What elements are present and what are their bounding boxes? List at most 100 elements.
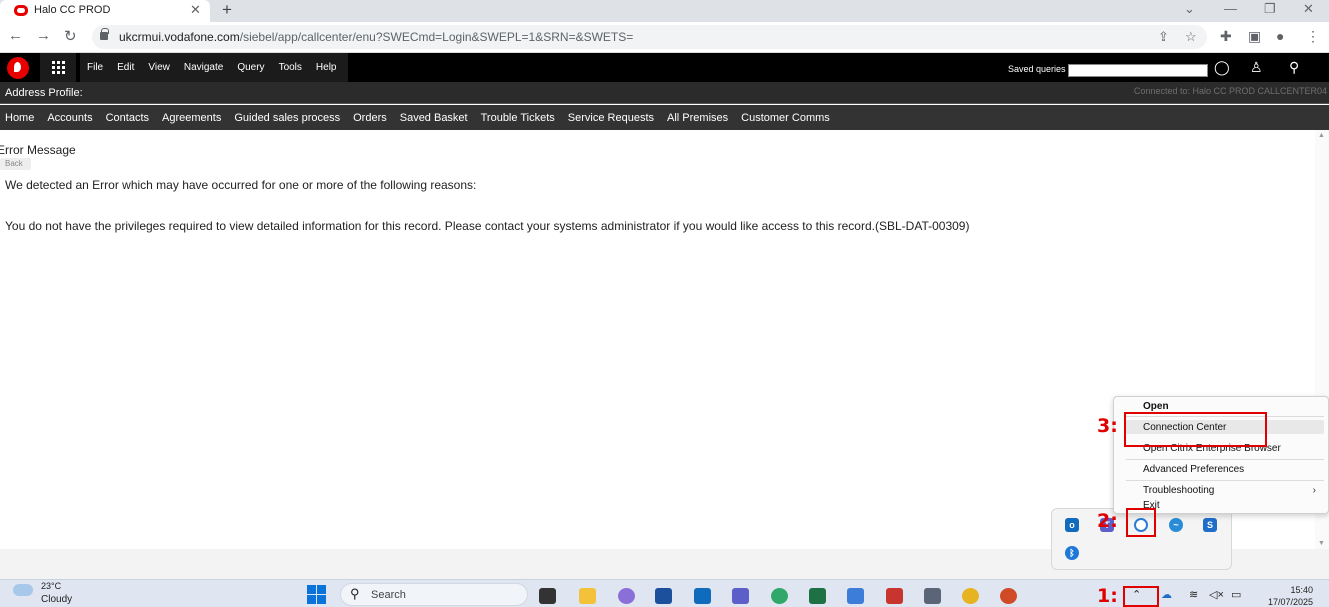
weather-temperature[interactable]: 23°C [41,581,61,591]
onedrive-cloud-icon[interactable]: ☁ [1161,588,1172,601]
browser-tab[interactable]: Halo CC PROD ✕ [0,0,210,22]
menu-query[interactable]: Query [230,53,271,82]
speaker-muted-icon[interactable]: ◁× [1209,588,1224,601]
bluetooth-tray-icon[interactable]: ᛒ [1065,546,1079,560]
menu-tools[interactable]: Tools [272,53,309,82]
tab-title: Halo CC PROD [34,4,111,16]
error-intro-text: We detected an Error which may have occu… [5,178,477,192]
screen-tab-bar: Home Accounts Contacts Agreements Guided… [0,105,1329,130]
teams-icon[interactable] [732,588,749,604]
antivirus-icon[interactable] [886,588,903,604]
error-detail-text: You do not have the privileges required … [5,219,970,233]
chat-bubble-icon[interactable]: ◯ [1214,59,1230,76]
powerpoint-icon[interactable] [1000,588,1017,604]
wifi-icon[interactable]: ≋ [1189,588,1198,601]
bookmark-star-icon[interactable]: ☆ [1185,29,1197,45]
menu-navigate[interactable]: Navigate [177,53,230,82]
restore-icon[interactable]: ❐ [1264,1,1276,17]
calculator-icon[interactable] [924,588,941,604]
annotation-label-2: 2: [1097,510,1118,532]
edge-icon[interactable] [771,588,788,604]
tab-contacts[interactable]: Contacts [101,105,157,130]
taskbar-search-label: Search [371,589,406,601]
store-icon[interactable] [655,588,672,604]
tab-trouble-tickets[interactable]: Trouble Tickets [476,105,563,130]
tab-search-chevron-icon[interactable]: ⌄ [1184,1,1195,17]
forward-arrow-icon[interactable]: → [36,27,51,44]
menu-edit[interactable]: Edit [110,53,141,82]
window-close-icon[interactable]: ✕ [1303,1,1314,17]
tab-all-premises[interactable]: All Premises [662,105,736,130]
new-tab-button[interactable]: + [222,0,232,20]
menu-view[interactable]: View [141,53,177,82]
tab-agreements[interactable]: Agreements [157,105,229,130]
monitor-tray-icon[interactable]: ~ [1169,518,1183,532]
tab-close-icon[interactable]: ✕ [190,2,201,18]
side-panel-icon[interactable]: ▣ [1248,28,1261,45]
outlook-tray-icon[interactable]: o [1065,518,1079,532]
scroll-down-icon[interactable]: ▼ [1318,540,1325,547]
back-button[interactable]: Back [0,158,31,170]
menu-item-troubleshooting[interactable]: Troubleshooting [1143,485,1214,496]
cloud-weather-icon[interactable] [13,584,33,596]
vodafone-logo-icon[interactable] [7,57,29,79]
back-arrow-icon[interactable]: ← [8,27,23,44]
connection-status: Connected to: Halo CC PROD CALLCENTER04 [1133,86,1327,96]
tab-accounts[interactable]: Accounts [42,105,100,130]
windows-start-icon[interactable] [307,585,326,604]
application-menu-bar: File Edit View Navigate Query Tools Help [80,53,348,82]
lock-icon[interactable] [100,28,109,40]
clock-date[interactable]: 17/07/2025 [1268,597,1313,607]
annotation-box-3 [1124,412,1267,447]
address-profile-label: Address Profile: [5,87,83,99]
tab-guided-sales-process[interactable]: Guided sales process [229,105,348,130]
tab-home[interactable]: Home [0,105,42,130]
file-explorer-icon[interactable] [579,588,596,604]
profile-avatar-icon[interactable]: ● [1276,28,1284,44]
menu-help[interactable]: Help [309,53,344,82]
address-bar[interactable]: ukcrmui.vodafone.com/siebel/app/callcent… [92,25,1207,49]
tab-customer-comms[interactable]: Customer Comms [736,105,838,130]
taskbar-search-box[interactable]: ⚲ Search [340,583,528,606]
reload-icon[interactable]: ↻ [64,27,77,45]
menu-separator [1126,459,1324,460]
excel-icon[interactable] [809,588,826,604]
menu-item-advanced-preferences[interactable]: Advanced Preferences [1143,464,1244,475]
menu-item-open[interactable]: Open [1143,401,1169,412]
battery-icon[interactable]: ▭ [1231,588,1241,601]
tab-orders[interactable]: Orders [348,105,395,130]
vodafone-favicon-icon [14,5,28,16]
browser-tab-strip: Halo CC PROD ✕ + ⌄ — ❐ ✕ [0,0,1329,22]
security-s-tray-icon[interactable]: S [1203,518,1217,532]
tab-saved-basket[interactable]: Saved Basket [395,105,476,130]
search-icon[interactable]: ⚲ [1289,59,1299,76]
browser-toolbar: ← → ↻ ukcrmui.vodafone.com/siebel/app/ca… [0,22,1329,53]
scroll-up-icon[interactable]: ▲ [1318,132,1325,139]
page-title: Error Message [0,143,76,157]
address-profile-bar: Address Profile: Connected to: Halo CC P… [0,82,1329,104]
notepad-icon[interactable] [847,588,864,604]
task-view-icon[interactable] [539,588,556,604]
annotation-box-1 [1123,586,1159,607]
copilot-icon[interactable] [618,588,635,604]
submenu-chevron-icon: › [1312,485,1316,496]
chrome-icon[interactable] [962,588,979,604]
app-grid-icon[interactable] [40,53,76,82]
annotation-label-1: 1: [1097,585,1118,607]
user-icon[interactable]: ♙ [1250,59,1263,76]
share-icon[interactable]: ⇪ [1158,29,1169,45]
annotation-box-2 [1126,508,1156,537]
outlook-icon[interactable] [694,588,711,604]
kebab-menu-icon[interactable]: ⋮ [1306,28,1320,45]
url-text[interactable]: ukcrmui.vodafone.com/siebel/app/callcent… [119,30,633,44]
saved-queries-input[interactable] [1068,64,1208,77]
clock-time[interactable]: 15:40 [1290,585,1313,595]
minimize-icon[interactable]: — [1224,1,1237,16]
menu-file[interactable]: File [80,53,110,82]
extensions-puzzle-icon[interactable]: ✚ [1220,28,1232,45]
saved-queries-label: Saved queries [1008,64,1066,74]
tab-service-requests[interactable]: Service Requests [563,105,662,130]
weather-description[interactable]: Cloudy [41,594,72,605]
search-icon: ⚲ [350,586,360,601]
menu-separator [1126,480,1324,481]
